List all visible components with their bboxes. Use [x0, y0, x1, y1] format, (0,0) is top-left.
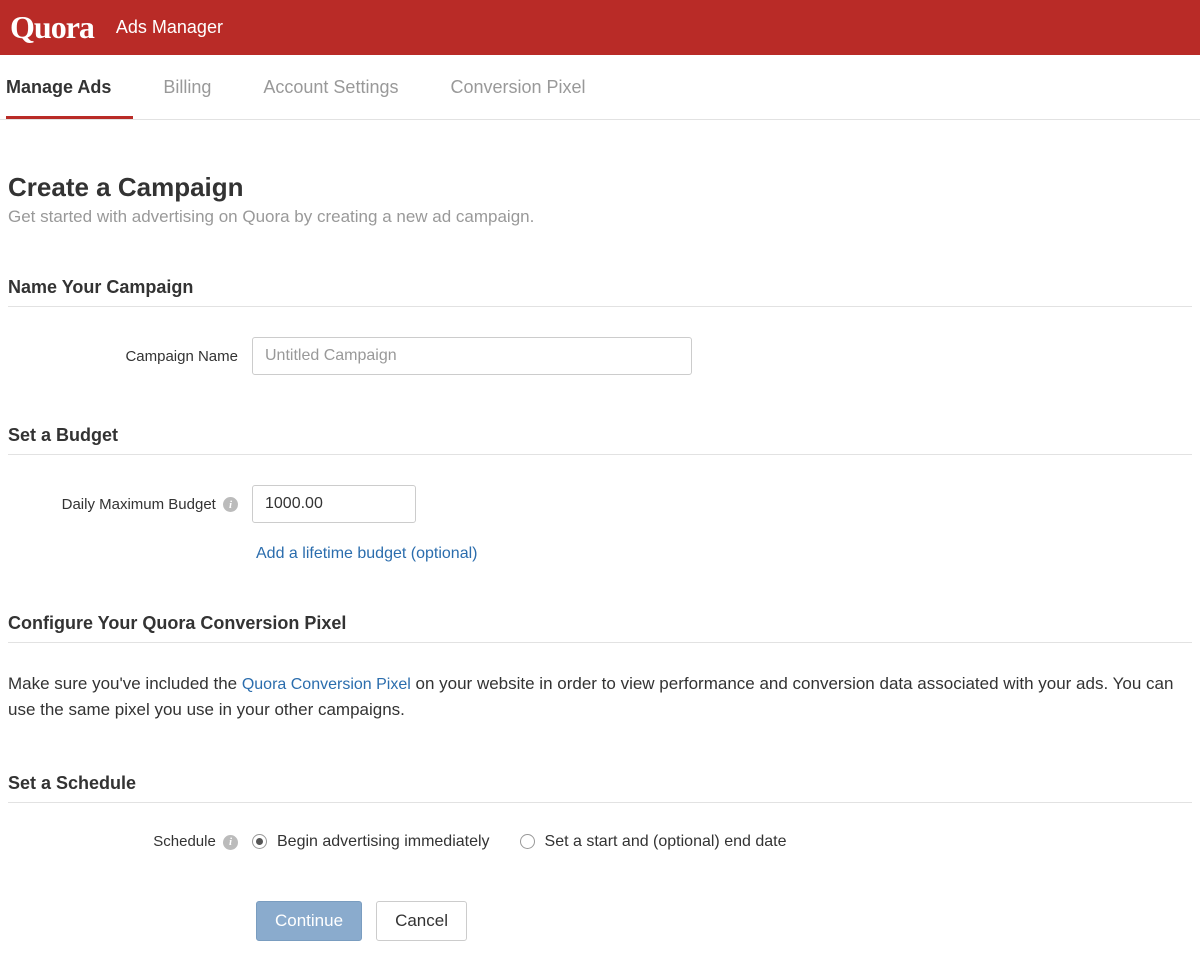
section-title-pixel: Configure Your Quora Conversion Pixel	[8, 613, 1192, 643]
cancel-button[interactable]: Cancel	[376, 901, 467, 941]
quora-conversion-pixel-link[interactable]: Quora Conversion Pixel	[242, 676, 411, 693]
radio-icon	[520, 834, 535, 849]
form-row-schedule: Schedule i Begin advertising immediately…	[8, 833, 1192, 851]
tab-billing[interactable]: Billing	[163, 55, 233, 119]
pixel-text-before: Make sure you've included the	[8, 674, 242, 693]
section-pixel: Configure Your Quora Conversion Pixel Ma…	[8, 613, 1192, 723]
label-schedule-text: Schedule	[153, 833, 216, 850]
section-title-schedule: Set a Schedule	[8, 773, 1192, 803]
tab-manage-ads[interactable]: Manage Ads	[6, 55, 133, 119]
header: Quora Ads Manager	[0, 0, 1200, 55]
info-icon[interactable]: i	[223, 497, 238, 512]
tab-conversion-pixel[interactable]: Conversion Pixel	[450, 55, 607, 119]
section-name-campaign: Name Your Campaign Campaign Name	[8, 277, 1192, 375]
radio-begin-immediately[interactable]: Begin advertising immediately	[252, 833, 490, 851]
schedule-radio-group: Begin advertising immediately Set a star…	[252, 833, 786, 851]
section-title-budget: Set a Budget	[8, 425, 1192, 455]
nav-tabs: Manage Ads Billing Account Settings Conv…	[0, 55, 1200, 120]
main-content: Create a Campaign Get started with adver…	[0, 120, 1200, 971]
quora-logo: Quora	[10, 9, 94, 46]
campaign-name-input[interactable]	[252, 337, 692, 375]
section-schedule: Set a Schedule Schedule i Begin advertis…	[8, 773, 1192, 851]
button-row: Continue Cancel	[256, 901, 1192, 941]
lifetime-budget-link-row: Add a lifetime budget (optional)	[256, 545, 1192, 563]
header-title: Ads Manager	[116, 17, 223, 38]
radio-icon	[252, 834, 267, 849]
pixel-description: Make sure you've included the Quora Conv…	[8, 671, 1192, 723]
section-budget: Set a Budget Daily Maximum Budget i Add …	[8, 425, 1192, 563]
radio-label-start-end: Set a start and (optional) end date	[545, 833, 787, 851]
page-title: Create a Campaign	[8, 172, 1192, 203]
form-row-campaign-name: Campaign Name	[8, 337, 1192, 375]
continue-button[interactable]: Continue	[256, 901, 362, 941]
daily-budget-input[interactable]	[252, 485, 416, 523]
label-daily-budget: Daily Maximum Budget i	[8, 496, 252, 513]
label-daily-budget-text: Daily Maximum Budget	[62, 496, 216, 513]
radio-label-immediately: Begin advertising immediately	[277, 833, 490, 851]
page-subtitle: Get started with advertising on Quora by…	[8, 207, 1192, 227]
section-title-name: Name Your Campaign	[8, 277, 1192, 307]
info-icon[interactable]: i	[223, 835, 238, 850]
tab-account-settings[interactable]: Account Settings	[263, 55, 420, 119]
add-lifetime-budget-link[interactable]: Add a lifetime budget (optional)	[256, 545, 477, 562]
label-schedule: Schedule i	[8, 833, 252, 850]
radio-set-start-end[interactable]: Set a start and (optional) end date	[520, 833, 787, 851]
label-campaign-name: Campaign Name	[8, 348, 252, 365]
form-row-budget: Daily Maximum Budget i	[8, 485, 1192, 523]
